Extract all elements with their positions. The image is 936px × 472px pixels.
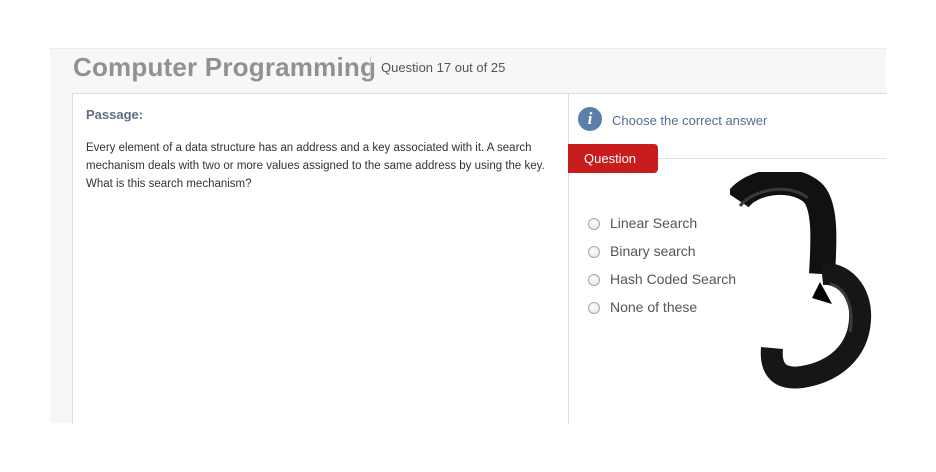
option-label[interactable]: Hash Coded Search (610, 271, 736, 287)
instruction-text: Choose the correct answer (612, 113, 768, 128)
radio-button[interactable] (588, 218, 600, 230)
header-divider (370, 57, 371, 79)
header: Computer Programming Question 17 out of … (50, 49, 886, 93)
radio-button[interactable] (588, 302, 600, 314)
radio-button[interactable] (588, 246, 600, 258)
hand-drawn-scribble (730, 172, 872, 389)
option-label[interactable]: Binary search (610, 243, 696, 259)
tab-question[interactable]: Question (568, 144, 658, 173)
info-icon: i (578, 107, 602, 131)
option-label[interactable]: Linear Search (610, 215, 697, 231)
passage-heading: Passage: (86, 107, 144, 122)
radio-button[interactable] (588, 274, 600, 286)
page-title: Computer Programming (73, 52, 377, 82)
option-label[interactable]: None of these (610, 299, 697, 315)
passage-text: Every element of a data structure has an… (86, 142, 545, 190)
question-counter: Question 17 out of 25 (381, 60, 506, 75)
